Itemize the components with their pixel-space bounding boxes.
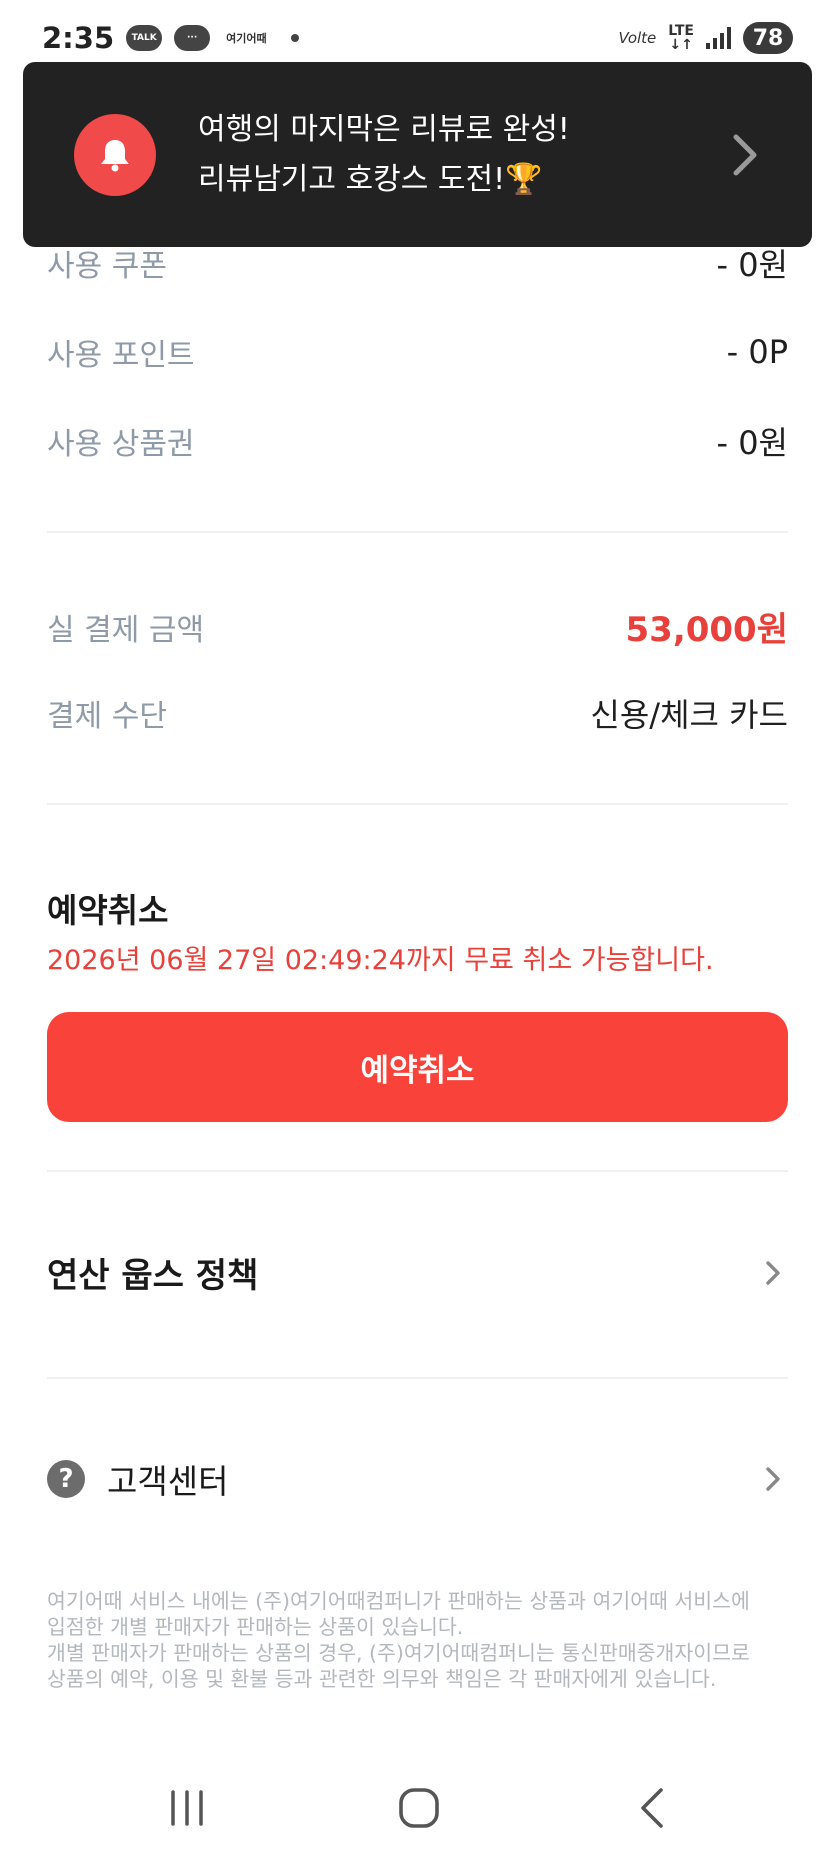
toast-line-2: 리뷰남기고 호캉스 도전!🏆 (198, 161, 543, 197)
chevron-right-icon[interactable] (726, 130, 762, 180)
free-cancellation-note: 2026년 06월 27일 02:49:24까지 무료 취소 가능합니다. (47, 945, 714, 976)
divider (47, 1377, 788, 1379)
cancellation-title: 예약취소 (47, 891, 169, 930)
more-notifications-icon (290, 34, 299, 42)
status-right: Volte LTE ↓↑ 78 (618, 22, 793, 54)
customer-center-link[interactable]: ? 고객센터 (47, 1455, 788, 1503)
yeogi-app-icon: 여기어때 (226, 32, 267, 45)
chevron-right-icon (766, 1260, 780, 1285)
customer-center-left: ? 고객센터 (47, 1455, 228, 1503)
point-value: - 0P (726, 333, 788, 371)
disclaimer-line: 입점한 개별 판매자가 판매하는 상품이 있습니다. (47, 1615, 464, 1639)
lte-label: LTE (668, 23, 694, 39)
home-icon (399, 1788, 439, 1828)
back-icon (641, 1788, 663, 1828)
total-price: 53,000원 (625, 610, 788, 650)
legal-disclaimer: 여기어때 서비스 내에는 (주)여기어때컴퍼니가 판매하는 상품과 여기어때 서… (47, 1588, 788, 1692)
toast-line-1: 여행의 마지막은 리뷰로 완성! (198, 111, 570, 147)
coupon-label: 사용 쿠폰 (47, 249, 167, 284)
help-circle-icon: ? (47, 1460, 85, 1498)
status-left: 2:35 TALK ··· 여기어때 (42, 21, 299, 55)
disclaimer-line: 개별 판매자가 판매하는 상품의 경우, (주)여기어때컴퍼니는 통신판매중개자… (47, 1641, 750, 1665)
divider (47, 803, 788, 805)
point-row: 사용 포인트 - 0P (47, 330, 788, 374)
total-row: 실 결제 금액 53,000원 (47, 602, 788, 651)
customer-center-label: 고객센터 (107, 1462, 229, 1501)
policy-label: 연산 웁스 정책 (47, 1256, 259, 1296)
divider (47, 1170, 788, 1172)
battery-icon: 78 (743, 22, 793, 54)
cancel-reservation-button[interactable]: 예약취소 (47, 1012, 788, 1122)
status-time: 2:35 (42, 21, 115, 55)
voucher-value: - 0원 (716, 424, 788, 462)
divider (47, 531, 788, 533)
signal-icon (706, 27, 731, 49)
home-button[interactable] (389, 1778, 449, 1838)
voucher-label: 사용 상품권 (47, 427, 195, 462)
disclaimer-line: 여기어때 서비스 내에는 (주)여기어때컴퍼니가 판매하는 상품과 여기어때 서… (47, 1589, 750, 1613)
payment-method-value: 신용/체크 카드 (590, 696, 788, 734)
voucher-row: 사용 상품권 - 0원 (47, 418, 788, 464)
kakaotalk-icon: TALK (126, 25, 163, 51)
toast-message: 여행의 마지막은 리뷰로 완성! 리뷰남기고 호캉스 도전!🏆 (198, 105, 726, 205)
disclaimer-line: 상품의 예약, 이용 및 환불 등과 관련한 의무와 책임은 각 판매자에게 있… (47, 1667, 717, 1691)
recent-apps-icon (171, 1790, 203, 1826)
payment-method-label: 결제 수단 (47, 699, 167, 734)
message-icon: ··· (174, 25, 211, 51)
point-label: 사용 포인트 (47, 338, 195, 373)
bell-icon (74, 113, 156, 196)
payment-method-row: 결제 수단 신용/체크 카드 (47, 690, 788, 736)
system-navigation-bar (0, 1760, 835, 1856)
volte-icon: Volte (618, 29, 657, 47)
total-label: 실 결제 금액 (47, 612, 205, 648)
bell-glyph (101, 139, 129, 171)
lte-icon: LTE ↓↑ (668, 23, 694, 53)
chevron-right-icon (766, 1467, 780, 1491)
review-notification-toast[interactable]: 여행의 마지막은 리뷰로 완성! 리뷰남기고 호캉스 도전!🏆 (23, 62, 812, 247)
recent-apps-button[interactable] (157, 1778, 217, 1838)
policy-link[interactable]: 연산 웁스 정책 (47, 1248, 788, 1297)
back-button[interactable] (623, 1778, 683, 1838)
